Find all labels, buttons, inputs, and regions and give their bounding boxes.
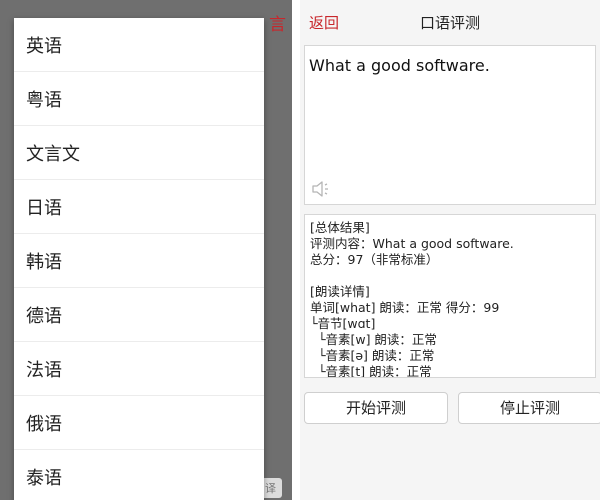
- result-line: 单词[what] 朗读：正常 得分：99: [310, 300, 500, 315]
- language-option-korean[interactable]: 韩语: [14, 234, 264, 288]
- language-option-label: 泰语: [26, 467, 62, 489]
- language-option-french[interactable]: 法语: [14, 342, 264, 396]
- header-bar: 返回 口语评测: [300, 0, 600, 42]
- language-option-cantonese[interactable]: 粤语: [14, 72, 264, 126]
- stop-evaluation-button[interactable]: 停止评测: [458, 392, 600, 424]
- result-line: 评测内容：What a good software.: [310, 236, 514, 251]
- result-line: [310, 268, 590, 284]
- language-option-label: 英语: [26, 35, 62, 57]
- result-line: └音素[t] 朗读：正常: [310, 364, 432, 378]
- result-line: └音素[ə] 朗读：正常: [310, 348, 435, 363]
- language-dropdown: 英语 粤语 文言文 日语 韩语 德语 法语 俄语 泰语: [14, 18, 264, 500]
- start-evaluation-button[interactable]: 开始评测: [304, 392, 448, 424]
- page-title: 口语评测: [419, 14, 480, 32]
- language-option-label: 韩语: [26, 251, 62, 273]
- language-option-japanese[interactable]: 日语: [14, 180, 264, 234]
- language-option-german[interactable]: 德语: [14, 288, 264, 342]
- action-buttons: 开始评测 停止评测: [304, 392, 600, 424]
- language-option-thai[interactable]: 泰语: [14, 450, 264, 500]
- evaluation-result-panel: [总体结果] 评测内容：What a good software. 总分：97（…: [304, 214, 596, 378]
- input-text: What a good software.: [309, 56, 490, 75]
- speech-evaluation-screen: 返回 口语评测 What a good software. [总体结果] 评测内…: [300, 0, 600, 500]
- speaker-icon[interactable]: [311, 180, 333, 198]
- result-line: └音素[w] 朗读：正常: [310, 332, 437, 347]
- result-line: 总分：97（非常标准）: [310, 252, 439, 267]
- language-option-label: 文言文: [26, 143, 80, 165]
- result-line: └音节[wɑt]: [310, 316, 376, 331]
- language-option-label: 俄语: [26, 413, 62, 435]
- language-option-label: 德语: [26, 305, 62, 327]
- language-option-classical-chinese[interactable]: 文言文: [14, 126, 264, 180]
- result-line: [总体结果]: [310, 220, 370, 235]
- language-option-label: 法语: [26, 359, 62, 381]
- language-option-russian[interactable]: 俄语: [14, 396, 264, 450]
- language-option-label: 粤语: [26, 89, 62, 111]
- language-option-english[interactable]: 英语: [14, 18, 264, 72]
- background-title-fragment: 言: [269, 15, 286, 35]
- language-selection-screen: 言 译 英语 粤语 文言文 日语 韩语 德语 法语 俄语 泰语: [0, 0, 292, 500]
- result-line: [朗读详情]: [310, 284, 370, 299]
- language-option-label: 日语: [26, 197, 62, 219]
- speech-text-input[interactable]: What a good software.: [304, 45, 596, 205]
